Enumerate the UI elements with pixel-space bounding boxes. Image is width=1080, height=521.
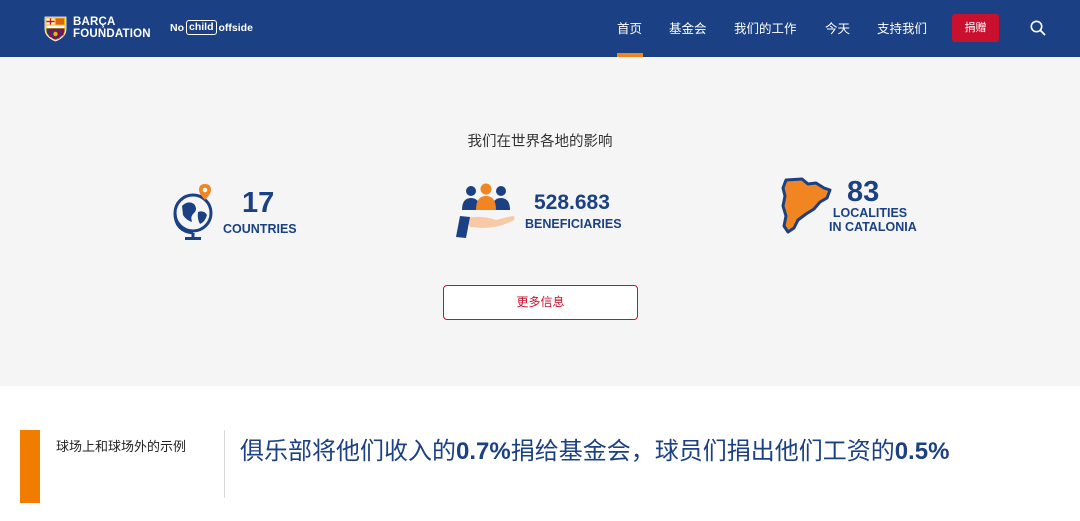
catalonia-map-icon (781, 177, 832, 234)
fcb-crest-icon (44, 16, 67, 41)
headline-pct-revenue: 0.7% (456, 438, 511, 465)
no-child-offside-logo[interactable]: No child offside (170, 20, 253, 35)
campaign-boxed: child (186, 20, 217, 35)
stat-countries: 17 COUNTRIES (170, 182, 310, 242)
impact-title: 我们在世界各地的影响 (467, 134, 613, 150)
stat-localities-label-line2: IN CATALONIA (829, 220, 917, 234)
donation-headline: 俱乐部将他们收入的0.7%捐给基金会，球员们捐出他们工资的0.5% (240, 431, 949, 466)
barca-foundation-logo[interactable]: BARÇA FOUNDATION (44, 13, 151, 43)
nav-support-us[interactable]: 支持我们 (877, 0, 927, 57)
stat-localities-label-line1: LOCALITIES (832, 206, 908, 220)
nav-foundation[interactable]: 基金会 (669, 0, 707, 57)
section-side-label: 球场上和球场外的示例 (56, 440, 187, 455)
globe-pin-icon (173, 184, 213, 240)
site-header: BARÇA FOUNDATION No child offside 首页 基金会… (0, 0, 1080, 57)
headline-part2: 捐给基金会，球员们捐出他们工资的 (510, 437, 895, 465)
stat-localities: 83 LOCALITIES IN CATALONIA (780, 176, 920, 238)
more-info-button[interactable]: 更多信息 (443, 285, 638, 320)
stat-beneficiaries: 528.683 BENEFICIARIES (452, 182, 632, 244)
stat-countries-label: COUNTRIES (223, 222, 297, 236)
logo-text: BARÇA FOUNDATION (73, 16, 151, 40)
nav-today[interactable]: 今天 (825, 0, 850, 57)
vertical-divider (224, 430, 225, 498)
stat-localities-value: 83 (847, 176, 880, 208)
headline-part1: 俱乐部将他们收入的 (240, 437, 456, 465)
stat-beneficiaries-value: 528.683 (534, 191, 610, 214)
people-hand-icon (456, 183, 515, 238)
headline-pct-salary: 0.5% (894, 438, 950, 465)
search-icon[interactable] (1029, 19, 1047, 37)
stat-localities-label: LOCALITIES IN CATALONIA (829, 206, 917, 234)
stat-countries-value: 17 (242, 187, 275, 219)
stat-beneficiaries-label: BENEFICIARIES (525, 217, 622, 231)
logo-line-foundation: FOUNDATION (73, 28, 151, 40)
nav-our-work[interactable]: 我们的工作 (734, 0, 797, 57)
logo-line-barca: BARÇA (73, 16, 116, 28)
impact-section: 我们在世界各地的影响 17 COUNTRIES 528.683 BENEFICI… (0, 57, 1080, 386)
nav-home[interactable]: 首页 (617, 0, 642, 57)
campaign-pre: No (170, 21, 184, 34)
donate-button[interactable]: 捐赠 (952, 14, 999, 42)
campaign-post: offside (218, 21, 253, 34)
accent-bar (20, 430, 40, 503)
